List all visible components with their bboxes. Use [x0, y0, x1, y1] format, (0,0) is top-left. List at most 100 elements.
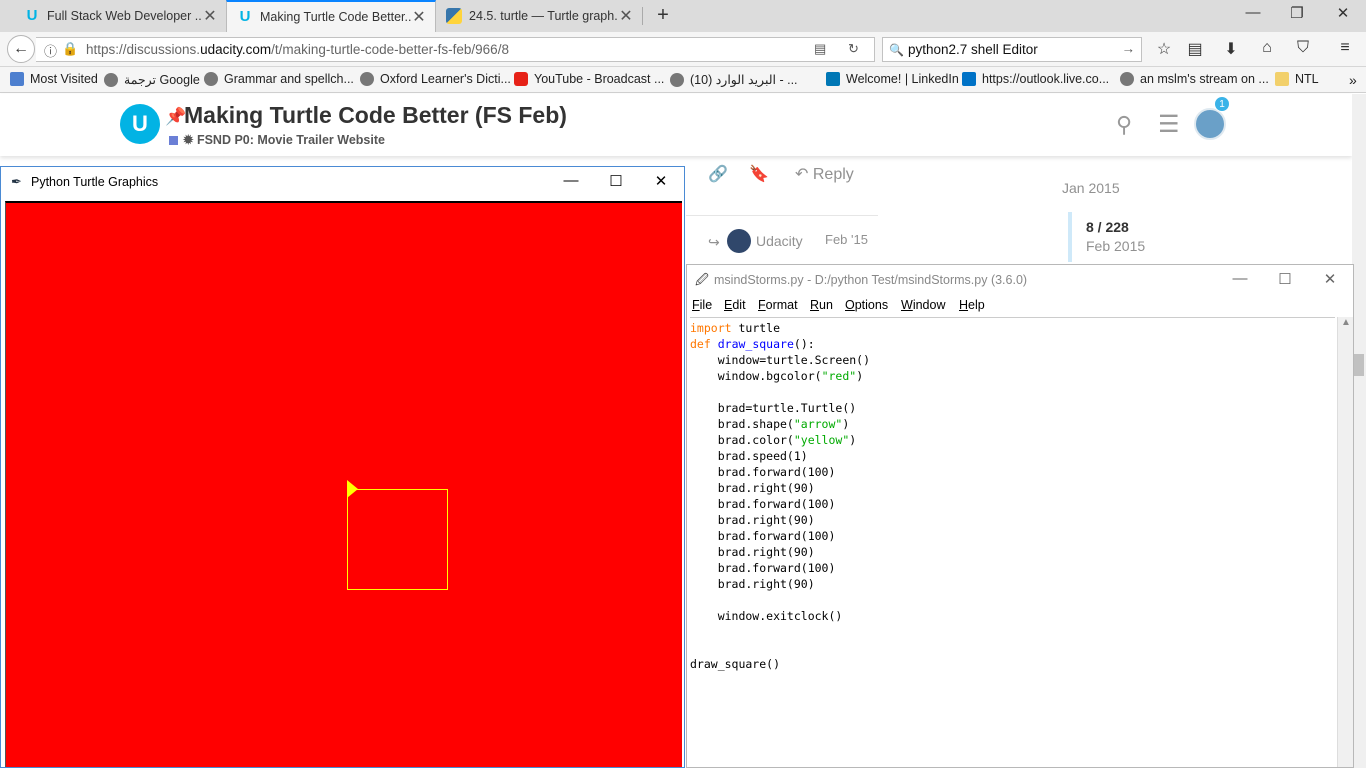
menu-format[interactable]: Format	[758, 298, 798, 312]
code-line: brad.shape("arrow")	[690, 417, 850, 431]
reader-view-icon[interactable]: ▤	[814, 41, 826, 57]
page-scrollbar[interactable]	[1352, 94, 1366, 768]
bookmark-star-icon[interactable]: ☆	[1153, 39, 1175, 59]
folder-icon	[1275, 72, 1289, 86]
idle-app-icon: 🖉	[695, 272, 709, 287]
reply-to-icon: ↪	[708, 234, 720, 250]
home-icon[interactable]: ⌂	[1256, 39, 1278, 57]
post-divider	[686, 215, 878, 216]
menu-options[interactable]: Options	[845, 298, 888, 312]
menu-file[interactable]: File	[692, 298, 712, 312]
bookmark-google-translate[interactable]: ترجمة Google	[104, 72, 200, 87]
back-button[interactable]: ←	[7, 35, 35, 63]
reply-user-avatar[interactable]	[727, 229, 751, 253]
bookmark-linkedin[interactable]: Welcome! | LinkedIn	[826, 72, 959, 86]
url-text[interactable]: https://discussions.udacity.com/t/making…	[86, 42, 509, 57]
turtle-title-bar[interactable]: ✒ Python Turtle Graphics — ☐ ✕	[1, 167, 684, 197]
code-line: brad.right(90)	[690, 481, 815, 495]
url-bar[interactable]: ⓘ 🔒 https://discussions.udacity.com/t/ma…	[36, 37, 875, 62]
close-tab-icon[interactable]: ✕	[202, 6, 218, 26]
topic-title[interactable]: Making Turtle Code Better (FS Feb)	[184, 102, 567, 129]
bookmark-label: ترجمة Google	[124, 73, 200, 87]
editor-scrollbar[interactable]: ▲	[1337, 317, 1353, 767]
code-editor[interactable]: import turtle def draw_square(): window=t…	[690, 317, 1335, 767]
bookmark-grammar[interactable]: Grammar and spellch...	[204, 72, 354, 86]
download-icon[interactable]: ⬇	[1220, 39, 1242, 59]
menu-window[interactable]: Window	[901, 298, 945, 312]
reload-icon[interactable]: ↻	[848, 41, 859, 57]
menu-help[interactable]: Help	[959, 298, 985, 312]
search-bar[interactable]: 🔍 python2.7 shell Editor →	[882, 37, 1142, 62]
menu-edit[interactable]: Edit	[724, 298, 746, 312]
turtle-window-title: Python Turtle Graphics	[31, 175, 159, 189]
close-tab-icon[interactable]: ✕	[411, 7, 427, 27]
bookmark-oxford[interactable]: Oxford Learner's Dicti...	[360, 72, 511, 86]
turtle-canvas[interactable]	[5, 201, 682, 767]
tab-separator	[642, 7, 643, 25]
search-icon[interactable]: ⚲	[1116, 112, 1132, 138]
tab-full-stack[interactable]: U Full Stack Web Developer ... ✕	[14, 0, 226, 32]
code-line: def draw_square():	[690, 337, 815, 351]
minimize-icon[interactable]: —	[556, 172, 586, 189]
menu-label-rest: ormat	[765, 298, 798, 312]
code-line: brad.forward(100)	[690, 497, 836, 511]
bookmark-ntl[interactable]: NTL	[1275, 72, 1319, 86]
notification-badge[interactable]: 1	[1214, 96, 1230, 112]
timeline-start-date[interactable]: Jan 2015	[1062, 180, 1120, 196]
udacity-logo-icon[interactable]: U	[120, 104, 160, 144]
reply-user-name[interactable]: Udacity	[756, 233, 803, 249]
hamburger-menu-icon[interactable]: ☰	[1158, 110, 1180, 139]
bookmark-outlook[interactable]: https://outlook.live.co...	[962, 72, 1109, 86]
restore-icon[interactable]: ❐	[1282, 4, 1312, 22]
bookmark-label: Grammar and spellch...	[224, 72, 354, 86]
info-icon[interactable]: ⓘ	[44, 41, 57, 60]
library-icon[interactable]: ▤	[1184, 39, 1206, 59]
category-badge	[169, 136, 178, 145]
bookmark-label: YouTube - Broadcast ...	[534, 72, 665, 86]
bookmark-inbox[interactable]: البريد الوارد (10) - ...	[670, 72, 798, 87]
minimize-icon[interactable]: —	[1238, 4, 1268, 21]
search-engine-icon: 🔍	[889, 42, 904, 57]
tab-turtle-docs[interactable]: 24.5. turtle — Turtle graph... ✕	[436, 0, 642, 32]
bookmark-youtube[interactable]: YouTube - Broadcast ...	[514, 72, 664, 86]
code-line: brad.color("yellow")	[690, 433, 857, 447]
bookmark-label: an mslm's stream on ...	[1140, 72, 1269, 86]
reply-button[interactable]: ↶ Reply	[795, 164, 854, 184]
menu-label-rest: dit	[732, 298, 746, 312]
category-link[interactable]: ✹ FSND P0: Movie Trailer Website	[183, 132, 385, 147]
menu-label-rest: ile	[699, 298, 713, 312]
menu-hotkey: F	[758, 298, 766, 312]
scroll-up-icon[interactable]: ▲	[1341, 317, 1351, 328]
minimize-icon[interactable]: —	[1225, 270, 1255, 287]
bookmark-stream[interactable]: an mslm's stream on ...	[1120, 72, 1269, 86]
idle-editor-window: 🖉 msindStorms.py - D:/python Test/msindS…	[686, 264, 1354, 768]
bookmark-icon[interactable]: 🔖	[749, 164, 769, 184]
scrollbar-thumb[interactable]	[1354, 354, 1364, 376]
idle-title-bar[interactable]: 🖉 msindStorms.py - D:/python Test/msindS…	[687, 265, 1353, 295]
link-icon[interactable]: 🔗	[708, 164, 728, 184]
close-icon[interactable]: ✕	[1315, 270, 1345, 288]
close-window-icon[interactable]: ✕	[1328, 4, 1358, 22]
tab-making-turtle[interactable]: U Making Turtle Code Better... ✕	[226, 0, 436, 32]
tab-title: Making Turtle Code Better...	[260, 10, 411, 24]
user-avatar[interactable]	[1194, 108, 1226, 140]
most-visited-icon	[10, 72, 24, 86]
reply-date[interactable]: Feb '15	[825, 232, 868, 247]
search-input[interactable]: python2.7 shell Editor	[908, 42, 1038, 57]
menu-label-rest: un	[819, 298, 833, 312]
pocket-icon[interactable]: ⛉	[1292, 39, 1314, 57]
close-tab-icon[interactable]: ✕	[618, 6, 634, 26]
timeline-scroller[interactable]	[1068, 212, 1072, 262]
menu-hotkey: R	[810, 298, 820, 312]
new-tab-button[interactable]: +	[652, 4, 674, 27]
bookmark-most-visited[interactable]: Most Visited	[10, 72, 98, 86]
tab-title: 24.5. turtle — Turtle graph...	[469, 9, 618, 23]
menu-run[interactable]: Run	[810, 298, 833, 312]
close-icon[interactable]: ✕	[646, 172, 676, 190]
search-go-icon[interactable]: →	[1122, 41, 1136, 56]
maximize-icon[interactable]: ☐	[601, 172, 631, 190]
maximize-icon[interactable]: ☐	[1270, 270, 1300, 288]
menu-icon[interactable]: ≡	[1334, 39, 1356, 57]
bookmarks-overflow-icon[interactable]: »	[1349, 72, 1357, 88]
